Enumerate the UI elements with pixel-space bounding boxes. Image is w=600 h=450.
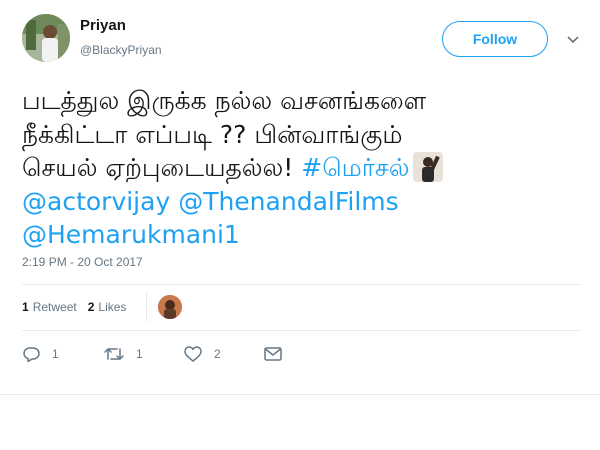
hashtag-emoji-image [413, 152, 444, 182]
retweet-stat[interactable]: 1 Retweet [22, 300, 77, 314]
mentions-line[interactable]: @actorvijay @ThenandalFilms [22, 185, 582, 219]
like-count: 2 [214, 347, 221, 361]
author-handle[interactable]: @BlackyPriyan [80, 43, 162, 57]
direct-message-button[interactable] [264, 345, 282, 363]
like-stat-label: Likes [98, 300, 127, 314]
retweet-stat-label: Retweet [32, 300, 77, 314]
liker-avatar[interactable] [158, 295, 182, 319]
avatar[interactable] [22, 14, 70, 62]
follow-button[interactable]: Follow [442, 21, 548, 57]
reply-icon [22, 346, 40, 362]
mentions-line[interactable]: @Hemarukmani1 [22, 218, 582, 252]
like-button[interactable]: 2 [184, 345, 221, 363]
hashtag-link[interactable]: #மெர்சல் [301, 153, 409, 182]
tweet-text-segment: செயல் ஏற்புடையதல்ல! [22, 153, 302, 182]
like-stat-count: 2 [87, 300, 95, 314]
reply-button[interactable]: 1 [22, 345, 59, 363]
like-stat[interactable]: 2 Likes [88, 300, 127, 314]
tweet-card: Priyan @BlackyPriyan Follow படத்துல இருக… [0, 0, 600, 395]
author-name[interactable]: Priyan [80, 17, 126, 34]
tweet-text-line: செயல் ஏற்புடையதல்ல! #மெர்சல் [22, 151, 582, 185]
retweet-stat-count: 1 [22, 300, 29, 314]
retweet-icon [104, 346, 124, 362]
tweet-timestamp[interactable]: 2:19 PM - 20 Oct 2017 [22, 255, 143, 269]
chevron-down-icon[interactable] [566, 32, 580, 46]
envelope-icon [264, 347, 282, 361]
retweet-button[interactable]: 1 [104, 345, 143, 363]
reply-count: 1 [52, 347, 59, 361]
heart-icon [184, 346, 202, 362]
divider [22, 284, 582, 285]
tweet-text: படத்துல இருக்க நல்ல வசனங்களை நீக்கிட்டா … [22, 84, 582, 252]
stats-separator [146, 292, 147, 322]
tweet-text-line: நீக்கிட்டா எப்படி ?? பின்வாங்கும் [22, 119, 403, 149]
divider [22, 330, 582, 331]
tweet-stats: 1 Retweet 2 Likes [22, 300, 137, 314]
retweet-count: 1 [136, 347, 143, 361]
tweet-text-line: படத்துல இருக்க நல்ல வசனங்களை [22, 86, 427, 115]
